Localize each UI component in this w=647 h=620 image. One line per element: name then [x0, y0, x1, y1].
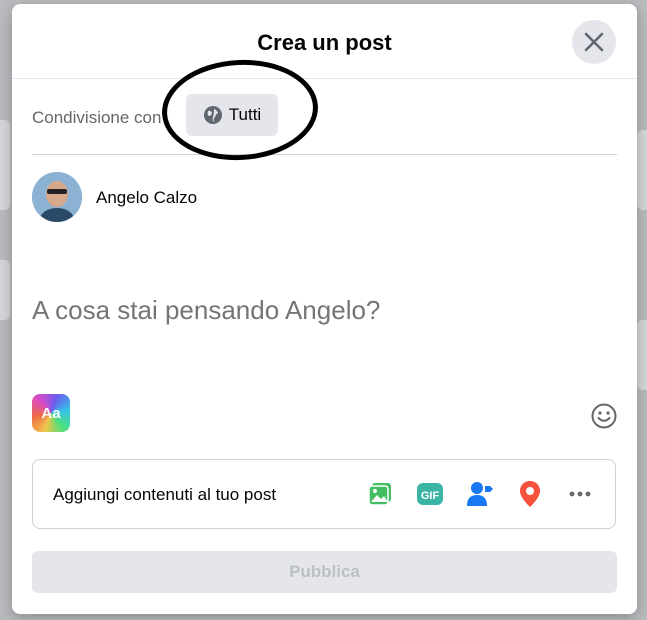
text-style-button[interactable]: Aa: [32, 394, 70, 432]
dialog-header: Crea un post: [12, 4, 637, 79]
avatar[interactable]: [32, 172, 82, 222]
gif-icon: GIF: [417, 483, 443, 505]
more-icon: [569, 491, 591, 497]
audience-selector-button[interactable]: Tutti: [186, 94, 278, 136]
location-icon: [520, 481, 540, 507]
add-to-post-bar: Aggiungi contenuti al tuo post GIF: [32, 459, 616, 529]
text-style-label: Aa: [41, 404, 61, 422]
close-button[interactable]: [572, 20, 616, 64]
create-post-dialog: Crea un post Condivisione con Tutti Ange…: [12, 4, 637, 614]
gif-button[interactable]: GIF: [413, 477, 447, 511]
user-name: Angelo Calzo: [96, 188, 198, 207]
photo-video-button[interactable]: [363, 477, 397, 511]
gif-text: GIF: [421, 490, 440, 502]
background-card: [0, 120, 10, 210]
background-card: [637, 320, 647, 390]
add-to-post-label: Aggiungi contenuti al tuo post: [53, 485, 277, 504]
audience-row: Condivisione con Tutti: [32, 92, 617, 155]
tag-people-icon: [467, 482, 493, 506]
user-photo: [32, 172, 82, 222]
publish-button[interactable]: Pubblica: [32, 551, 617, 593]
post-text-input[interactable]: [32, 250, 617, 370]
background-card: [0, 260, 10, 320]
audience-label: Condivisione con: [32, 108, 162, 127]
dialog-title: Crea un post: [257, 30, 392, 55]
more-options-button[interactable]: [563, 477, 597, 511]
background-card: [637, 130, 647, 210]
photo-video-icon: [368, 483, 391, 506]
audience-value: Tutti: [228, 105, 262, 124]
close-icon: [584, 32, 604, 52]
globe-icon: [203, 106, 222, 124]
location-button[interactable]: [513, 477, 547, 511]
emoji-icon[interactable]: [590, 402, 618, 430]
tag-people-button[interactable]: [463, 477, 497, 511]
